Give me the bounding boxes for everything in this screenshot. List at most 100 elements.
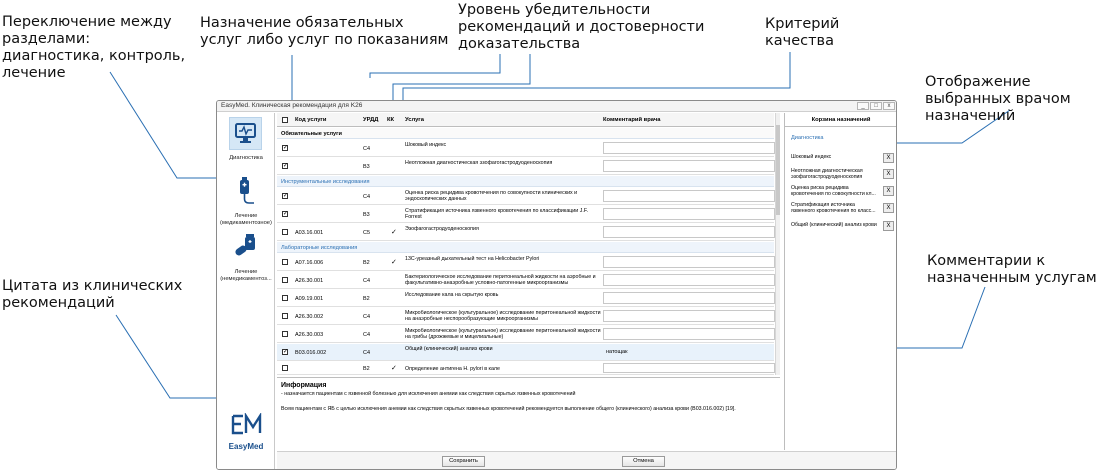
cart-item: Общий (клинический) анализ крови X xyxy=(791,221,895,233)
pills-icon xyxy=(229,231,262,264)
table-row[interactable]: B3 Стратификация источника язвенного кров… xyxy=(277,206,775,223)
table-row[interactable]: A07.16.006 B2 ✓ 13С-уреазный дыхательный те… xyxy=(277,254,775,271)
comment-input[interactable] xyxy=(603,274,775,286)
comment-input[interactable] xyxy=(603,363,775,373)
table-row[interactable]: C4 Оценка риска рецидива кровотечения по … xyxy=(277,188,775,205)
table-row[interactable]: A03.16.001 C5 ✓ Эзофагогастродуоденоскопия xyxy=(277,224,775,241)
cart-category[interactable]: Диагностика xyxy=(791,135,823,141)
comment-input[interactable] xyxy=(603,190,775,202)
row-code: A26.30.002 xyxy=(295,314,324,320)
comment-input[interactable] xyxy=(603,160,775,172)
row-service: Микробиологическое (культуральное) иссле… xyxy=(405,310,601,322)
table-scrollbar[interactable] xyxy=(775,113,780,375)
comment-input[interactable] xyxy=(603,310,775,322)
section-title: Лабораторные исследования xyxy=(281,245,358,251)
row-checkbox[interactable] xyxy=(282,348,288,355)
comment-input[interactable] xyxy=(603,256,775,268)
table-row[interactable]: A26.30.001 C4 Бактериологическое исследова… xyxy=(277,272,775,289)
section-mandatory: Обязательные услуги xyxy=(277,128,774,139)
info-line: - назначается пациентам с язвенной болез… xyxy=(281,391,576,397)
col-comment[interactable]: Комментарий врача xyxy=(603,117,660,123)
row-urdd: C4 xyxy=(363,146,371,152)
cancel-button[interactable]: Отмена xyxy=(622,456,665,467)
row-code: A03.16.001 xyxy=(295,230,324,236)
row-checkbox[interactable] xyxy=(282,144,288,151)
callout-citation: Цитата из клинических рекомендаций xyxy=(2,278,183,311)
table-row[interactable]: A09.19.001 B2 Исследование кала на скрытую… xyxy=(277,290,775,307)
row-service: Стратификация источника язвенного кровот… xyxy=(405,208,588,220)
row-urdd: C5 xyxy=(363,230,371,236)
row-service: 13С-уреазный дыхательный тест на Helicob… xyxy=(405,256,540,262)
sidebar-item-medication[interactable]: Лечение (медикаментозное) xyxy=(217,175,275,235)
section-title: Обязательные услуги xyxy=(281,131,342,137)
cart-item-label: Оценка риска рецидива кровотечения по со… xyxy=(791,185,876,197)
table-row[interactable]: B2 ✓ Определение антигена H. pylori в кале xyxy=(277,362,775,375)
row-urdd: B2 xyxy=(363,260,370,266)
services-table: Код услуги УРДД КК Услуга Комментарий вр… xyxy=(277,113,780,375)
comment-input[interactable] xyxy=(603,292,775,304)
sidebar-item-diagnostics[interactable]: Диагностика xyxy=(217,117,275,177)
cart-title: Корзина назначений xyxy=(785,113,896,127)
row-checkbox[interactable] xyxy=(282,313,288,319)
monitor-stethoscope-icon xyxy=(229,117,262,150)
col-urdd[interactable]: УРДД xyxy=(363,117,378,123)
table-row[interactable]: A26.30.002 C4 Микробиологическое (культура… xyxy=(277,308,775,325)
comment-input[interactable] xyxy=(603,226,775,238)
remove-button[interactable]: X xyxy=(883,153,894,163)
section-laboratory: Лабораторные исследования xyxy=(277,242,774,253)
row-code: A26.30.003 xyxy=(295,332,324,338)
info-citation: Всем пациентам с ЯБ с целью исключения а… xyxy=(281,406,736,412)
row-urdd: C4 xyxy=(363,350,371,356)
table-row-selected[interactable]: B03.016.002 C4 Общий (клинический) анализ … xyxy=(277,344,774,361)
col-service[interactable]: Услуга xyxy=(405,117,424,123)
sidebar-item-non-medication[interactable]: Лечение (немедикаментоз... xyxy=(217,231,275,291)
comment-input[interactable] xyxy=(603,328,775,340)
remove-button[interactable]: X xyxy=(883,203,894,213)
cart-item: Стратификация источника язвенного кровот… xyxy=(791,202,895,215)
save-button[interactable]: Сохранить xyxy=(442,456,485,467)
cart-panel: Корзина назначений Диагностика Шоковый и… xyxy=(784,113,896,450)
table-row[interactable]: C4 Шоковый индекс xyxy=(277,140,775,157)
row-urdd: C4 xyxy=(363,332,371,338)
row-checkbox[interactable] xyxy=(282,277,288,283)
sidebar: Диагностика Лечение (медикаментозное) Ле… xyxy=(217,113,275,469)
remove-button[interactable]: X xyxy=(883,169,894,179)
row-checkbox[interactable] xyxy=(282,365,288,371)
maximize-button[interactable]: □ xyxy=(870,102,882,110)
row-checkbox[interactable] xyxy=(282,192,288,199)
table-header: Код услуги УРДД КК Услуга Комментарий вр… xyxy=(277,113,774,127)
row-checkbox[interactable] xyxy=(282,295,288,301)
info-panel: Информация - назначается пациентам с язв… xyxy=(277,377,780,450)
title-bar: EasyMed. Клиническая рекомендация для K2… xyxy=(217,101,896,112)
minimize-button[interactable]: _ xyxy=(857,102,869,110)
row-service: Шоковый индекс xyxy=(405,142,447,148)
table-row[interactable]: B3 Неотложная диагностическая эзофагогаст… xyxy=(277,158,775,175)
row-checkbox[interactable] xyxy=(282,229,288,235)
row-service: Оценка риска рецидива кровотечения по со… xyxy=(405,190,578,202)
row-kk: ✓ xyxy=(391,365,397,372)
callout-selected: Отображение выбранных врачом назначений xyxy=(925,74,1071,124)
remove-button[interactable]: X xyxy=(883,221,894,231)
comment-input[interactable]: натощак xyxy=(603,346,775,358)
comment-input[interactable] xyxy=(603,208,775,220)
row-checkbox[interactable] xyxy=(282,210,288,217)
callout-quality: Критерий качества xyxy=(765,16,840,49)
cart-item-label: Неотложная диагностическая эзофагогастро… xyxy=(791,168,863,180)
close-button[interactable]: x xyxy=(883,102,895,110)
footer-bar: Сохранить Отмена xyxy=(277,451,896,469)
logo-text: EasyMed xyxy=(228,442,264,451)
comment-input[interactable] xyxy=(603,142,775,154)
col-code[interactable]: Код услуги xyxy=(295,117,326,123)
row-checkbox[interactable] xyxy=(282,259,288,265)
row-urdd: B2 xyxy=(363,296,370,302)
select-all-checkbox[interactable] xyxy=(282,117,288,123)
table-row[interactable]: A26.30.003 C4 Микробиологическое (культура… xyxy=(277,326,775,343)
callout-evidence: Уровень убедительности рекомендаций и до… xyxy=(458,2,705,52)
row-urdd: B2 xyxy=(363,366,370,372)
scrollbar-thumb[interactable] xyxy=(776,125,780,215)
row-kk: ✓ xyxy=(391,259,397,266)
row-checkbox[interactable] xyxy=(282,331,288,337)
remove-button[interactable]: X xyxy=(883,186,894,196)
col-kk[interactable]: КК xyxy=(387,117,394,123)
row-checkbox[interactable] xyxy=(282,162,288,169)
